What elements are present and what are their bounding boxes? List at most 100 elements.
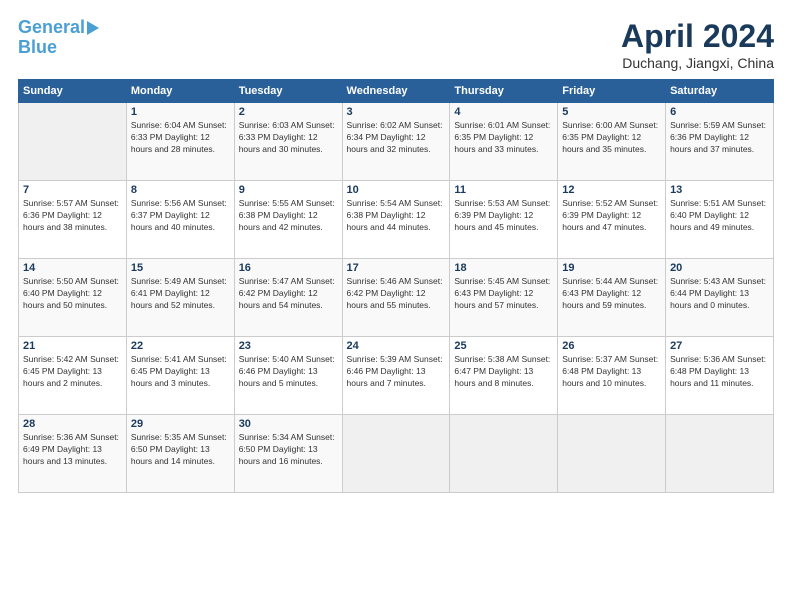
calendar-cell: 20Sunrise: 5:43 AM Sunset: 6:44 PM Dayli… [666,259,774,337]
day-number: 8 [131,184,230,196]
calendar-cell: 28Sunrise: 5:36 AM Sunset: 6:49 PM Dayli… [19,415,127,493]
day-number: 7 [23,184,122,196]
day-number: 24 [347,340,446,352]
calendar-cell: 25 Sunrise: 5:38 AM Sunset: 6:47 PM Dayli… [450,337,558,415]
calendar-cell: 15 Sunrise: 5:49 AM Sunset: 6:41 PM Dayli… [126,259,234,337]
day-number: 1 [131,106,230,118]
col-header-friday: Friday [558,80,666,103]
day-number: 30 [239,418,338,430]
day-number: 18 [454,262,553,274]
col-header-sunday: Sunday [19,80,127,103]
cell-info: Sunrise: 5:37 AM Sunset: 6:48 PM Dayligh… [562,354,661,390]
day-number: 21 [23,340,122,352]
day-number: 17 [347,262,446,274]
calendar-cell: 23 Sunrise: 5:40 AM Sunset: 6:46 PM Dayli… [234,337,342,415]
calendar-cell: 21 Sunrise: 5:42 AM Sunset: 6:45 PM Dayli… [19,337,127,415]
cell-info: Sunrise: 5:35 AM Sunset: 6:50 PM Dayligh… [131,432,230,468]
calendar-cell: 10 Sunrise: 5:54 AM Sunset: 6:38 PM Dayli… [342,181,450,259]
cell-info: Sunrise: 6:00 AM Sunset: 6:35 PM Dayligh… [562,120,661,156]
calendar-cell: 6 Sunrise: 5:59 AM Sunset: 6:36 PM Daylig… [666,103,774,181]
cell-info: Sunrise: 5:47 AM Sunset: 6:42 PM Dayligh… [239,276,338,312]
calendar-cell: 13 Sunrise: 5:51 AM Sunset: 6:40 PM Dayli… [666,181,774,259]
day-number: 28 [23,418,122,430]
day-number: 4 [454,106,553,118]
cell-info: Sunrise: 5:38 AM Sunset: 6:47 PM Dayligh… [454,354,553,390]
day-number: 14 [23,262,122,274]
cell-info: Sunrise: 5:40 AM Sunset: 6:46 PM Dayligh… [239,354,338,390]
calendar-cell: 1 Sunrise: 6:04 AM Sunset: 6:33 PM Daylig… [126,103,234,181]
cell-info: Sunrise: 5:45 AM Sunset: 6:43 PM Dayligh… [454,276,553,312]
cell-info: Sunrise: 5:39 AM Sunset: 6:46 PM Dayligh… [347,354,446,390]
calendar-cell: 9 Sunrise: 5:55 AM Sunset: 6:38 PM Daylig… [234,181,342,259]
day-number: 2 [239,106,338,118]
title-block: April 2024 Duchang, Jiangxi, China [621,18,774,71]
day-number: 16 [239,262,338,274]
day-number: 12 [562,184,661,196]
calendar-cell: 24 Sunrise: 5:39 AM Sunset: 6:46 PM Dayli… [342,337,450,415]
col-header-monday: Monday [126,80,234,103]
page: General Blue April 2024 Duchang, Jiangxi… [0,0,792,612]
cell-info: Sunrise: 6:03 AM Sunset: 6:33 PM Dayligh… [239,120,338,156]
logo: General Blue [18,18,99,58]
col-header-thursday: Thursday [450,80,558,103]
day-number: 3 [347,106,446,118]
calendar-cell [19,103,127,181]
day-number: 23 [239,340,338,352]
cell-info: Sunrise: 5:53 AM Sunset: 6:39 PM Dayligh… [454,198,553,234]
cell-info: Sunrise: 5:55 AM Sunset: 6:38 PM Dayligh… [239,198,338,234]
day-number: 9 [239,184,338,196]
calendar-cell: 16 Sunrise: 5:47 AM Sunset: 6:42 PM Dayli… [234,259,342,337]
cell-info: Sunrise: 5:54 AM Sunset: 6:38 PM Dayligh… [347,198,446,234]
calendar-cell: 7 Sunrise: 5:57 AM Sunset: 6:36 PM Daylig… [19,181,127,259]
cell-info: Sunrise: 5:52 AM Sunset: 6:39 PM Dayligh… [562,198,661,234]
cell-info: Sunrise: 5:49 AM Sunset: 6:41 PM Dayligh… [131,276,230,312]
day-number: 25 [454,340,553,352]
week-row-2: 7 Sunrise: 5:57 AM Sunset: 6:36 PM Daylig… [19,181,774,259]
calendar-cell: 14 Sunrise: 5:50 AM Sunset: 6:40 PM Dayli… [19,259,127,337]
calendar-cell [450,415,558,493]
calendar-cell: 18 Sunrise: 5:45 AM Sunset: 6:43 PM Dayli… [450,259,558,337]
week-row-4: 21 Sunrise: 5:42 AM Sunset: 6:45 PM Dayli… [19,337,774,415]
calendar-cell [558,415,666,493]
cell-info: Sunrise: 5:44 AM Sunset: 6:43 PM Dayligh… [562,276,661,312]
logo-arrow-icon [87,21,99,35]
calendar-cell: 26 Sunrise: 5:37 AM Sunset: 6:48 PM Dayli… [558,337,666,415]
cell-info: Sunrise: 6:04 AM Sunset: 6:33 PM Dayligh… [131,120,230,156]
cell-info: Sunrise: 5:57 AM Sunset: 6:36 PM Dayligh… [23,198,122,234]
cell-info: Sunrise: 5:51 AM Sunset: 6:40 PM Dayligh… [670,198,769,234]
calendar-cell: 2 Sunrise: 6:03 AM Sunset: 6:33 PM Daylig… [234,103,342,181]
cell-info: Sunrise: 5:59 AM Sunset: 6:36 PM Dayligh… [670,120,769,156]
day-number: 5 [562,106,661,118]
day-number: 22 [131,340,230,352]
day-number: 27 [670,340,769,352]
col-header-wednesday: Wednesday [342,80,450,103]
calendar-cell: 4Sunrise: 6:01 AM Sunset: 6:35 PM Daylig… [450,103,558,181]
cell-info: Sunrise: 5:56 AM Sunset: 6:37 PM Dayligh… [131,198,230,234]
day-number: 6 [670,106,769,118]
calendar-cell: 27 Sunrise: 5:36 AM Sunset: 6:48 PM Dayli… [666,337,774,415]
calendar-cell: 5 Sunrise: 6:00 AM Sunset: 6:35 PM Daylig… [558,103,666,181]
cell-info: Sunrise: 5:36 AM Sunset: 6:48 PM Dayligh… [670,354,769,390]
logo-blue: Blue [18,38,57,58]
day-number: 26 [562,340,661,352]
cell-info: Sunrise: 5:42 AM Sunset: 6:45 PM Dayligh… [23,354,122,390]
day-number: 10 [347,184,446,196]
day-number: 11 [454,184,553,196]
cell-info: Sunrise: 5:50 AM Sunset: 6:40 PM Dayligh… [23,276,122,312]
week-row-3: 14 Sunrise: 5:50 AM Sunset: 6:40 PM Dayli… [19,259,774,337]
calendar-cell [342,415,450,493]
week-row-1: 1 Sunrise: 6:04 AM Sunset: 6:33 PM Daylig… [19,103,774,181]
day-number: 13 [670,184,769,196]
calendar-cell: 17 Sunrise: 5:46 AM Sunset: 6:42 PM Dayli… [342,259,450,337]
cell-info: Sunrise: 5:46 AM Sunset: 6:42 PM Dayligh… [347,276,446,312]
day-number: 29 [131,418,230,430]
location: Duchang, Jiangxi, China [621,55,774,71]
calendar-cell [666,415,774,493]
logo-text: General [18,18,85,38]
day-number: 15 [131,262,230,274]
cell-info: Sunrise: 5:34 AM Sunset: 6:50 PM Dayligh… [239,432,338,468]
calendar-cell: 30 Sunrise: 5:34 AM Sunset: 6:50 PM Dayli… [234,415,342,493]
logo-general: General [18,17,85,37]
cell-info: Sunrise: 6:02 AM Sunset: 6:34 PM Dayligh… [347,120,446,156]
cell-info: Sunrise: 5:43 AM Sunset: 6:44 PM Dayligh… [670,276,769,312]
